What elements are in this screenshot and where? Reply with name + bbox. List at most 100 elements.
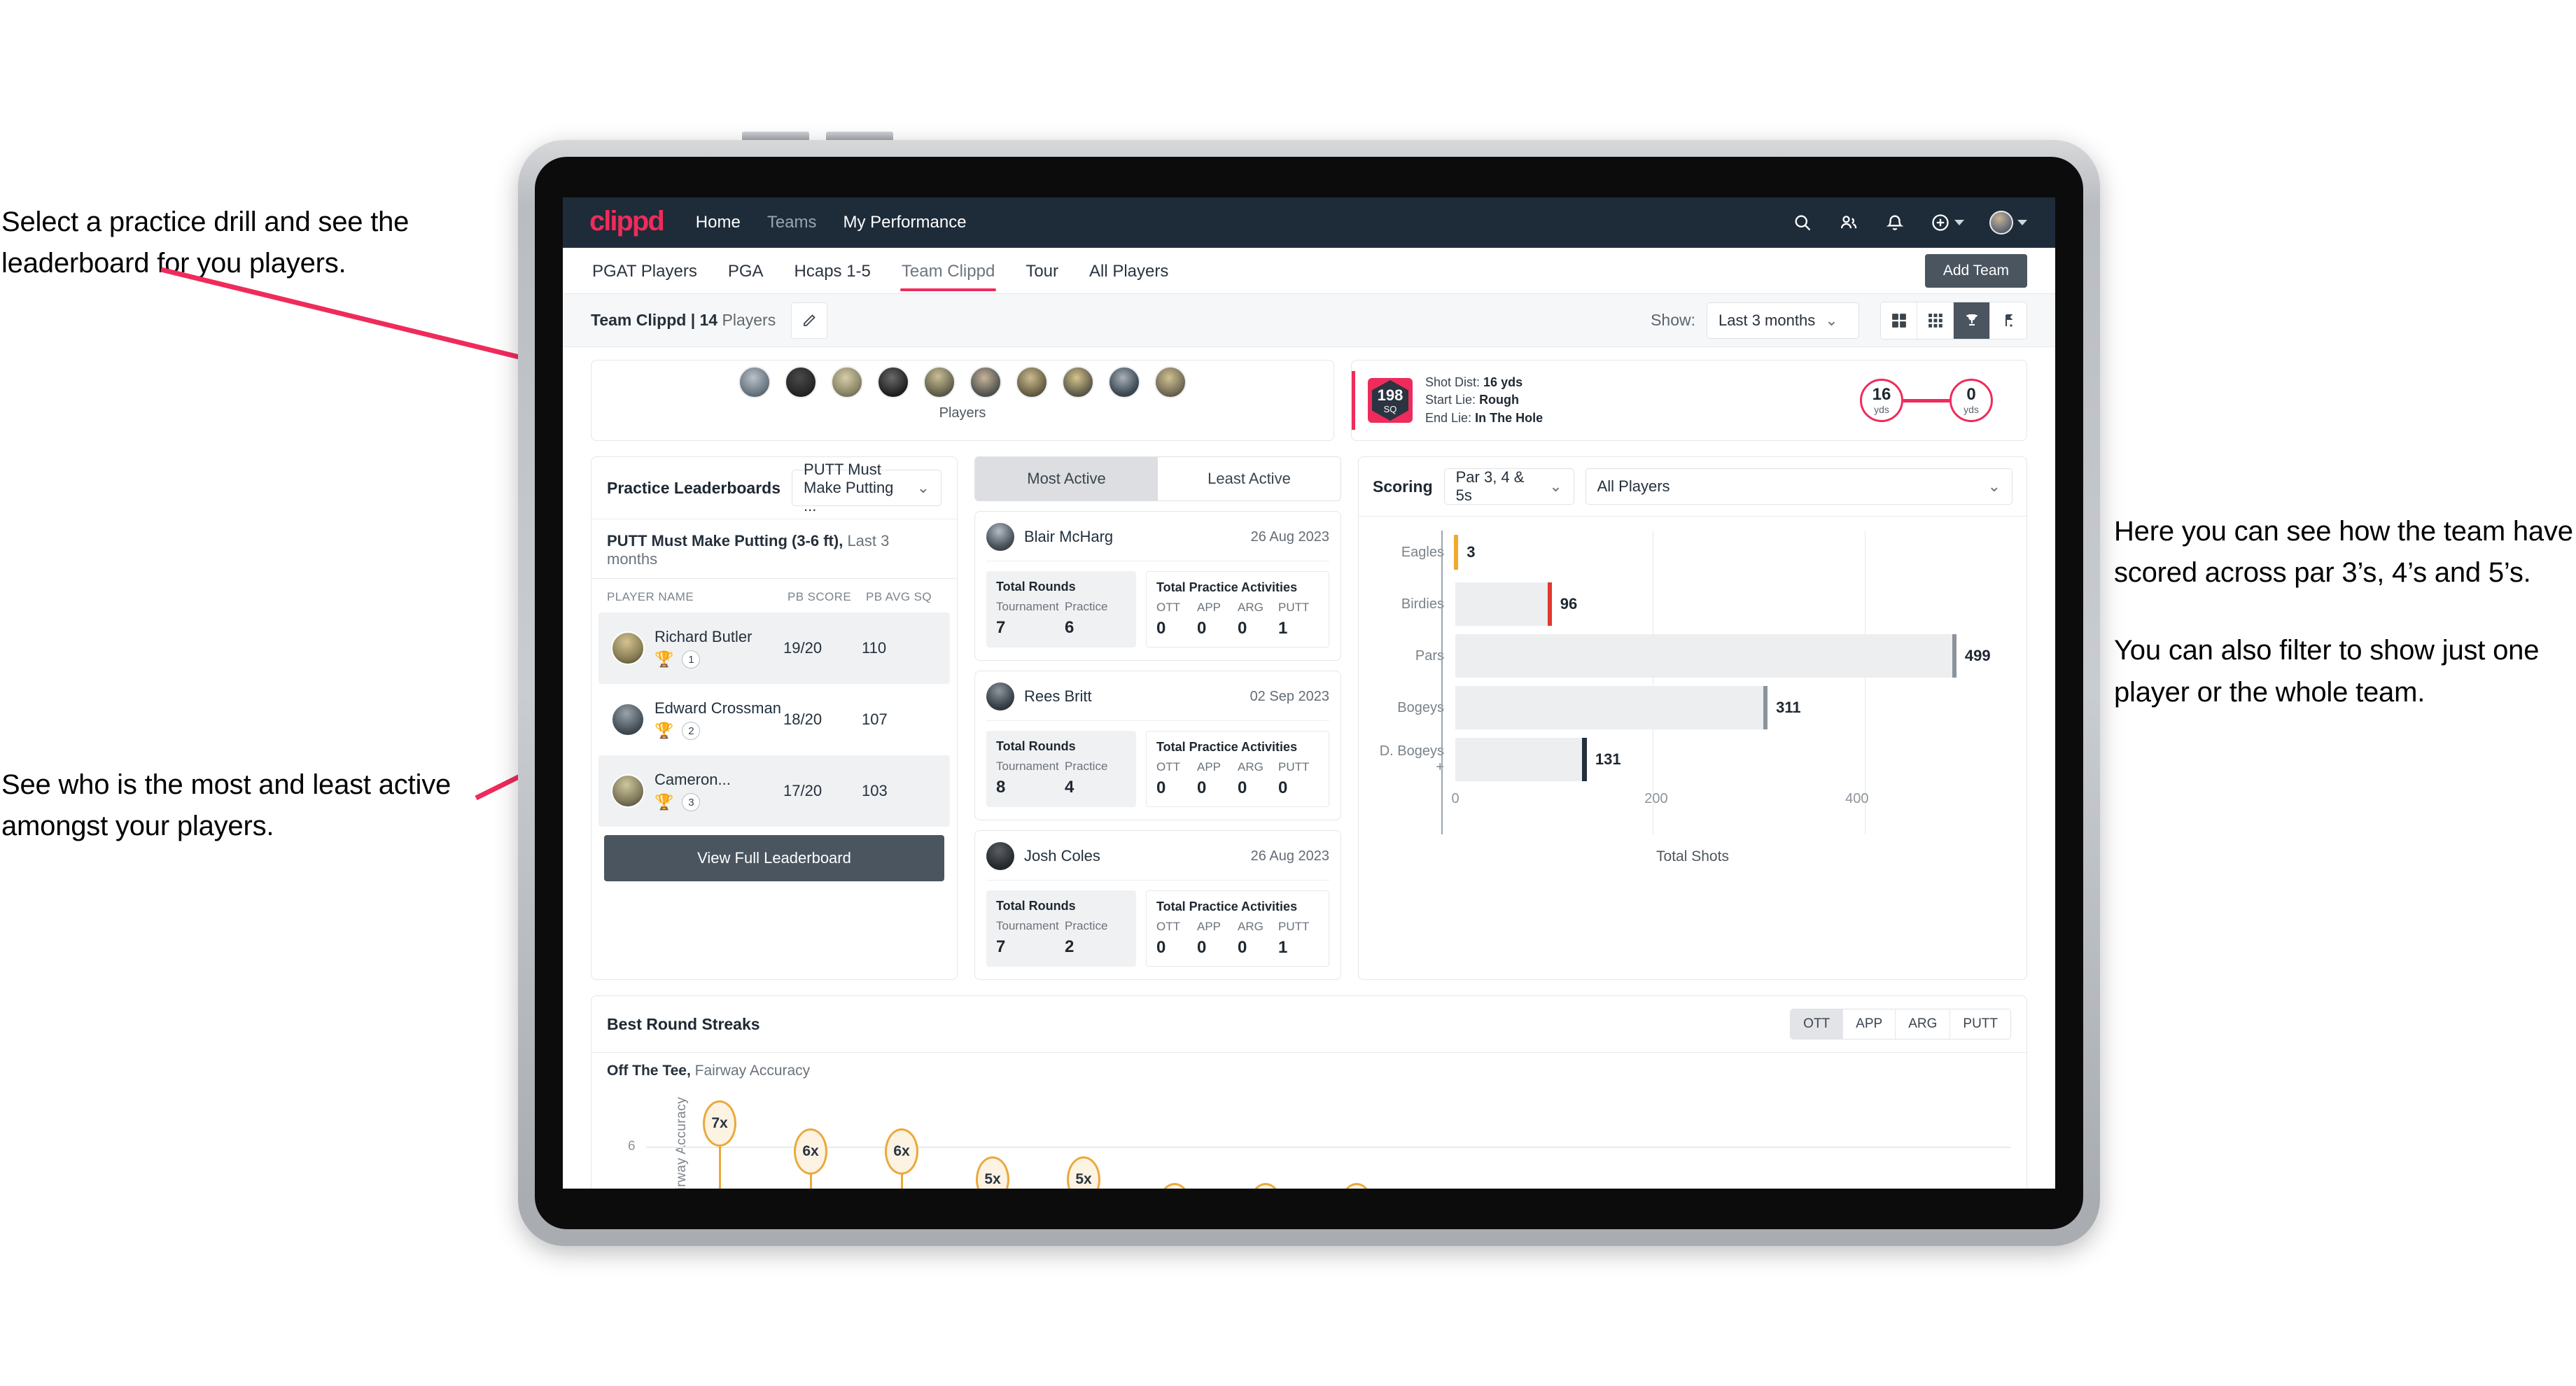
chart-category-label: Eagles (1401, 544, 1444, 560)
streak-tab-putt[interactable]: PUTT (1950, 1009, 2010, 1039)
player-avatar[interactable] (831, 366, 863, 398)
best-round-streaks-card: Best Round Streaks OTT APP ARG PUTT Off … (591, 995, 2027, 1189)
practice-activities-cols: OTT 0 APP 0 ARG 0 PUTT 1 (1156, 601, 1319, 638)
streak-marker[interactable]: 7x (703, 1100, 736, 1147)
bell-icon[interactable] (1884, 212, 1905, 233)
practice-putt-label: PUTT (1278, 920, 1310, 933)
players-avatar-strip (738, 366, 1186, 398)
practice-app-value: 0 (1197, 778, 1207, 797)
player-filter-select[interactable]: All Players ⌄ (1585, 468, 2012, 505)
trophy-icon[interactable] (1954, 302, 1990, 339)
streak-marker[interactable]: 4x (1340, 1183, 1373, 1189)
streak-marker[interactable]: 4x (1249, 1183, 1282, 1189)
activity-card[interactable]: Blair McHarg 26 Aug 2023 Total Rounds To… (974, 511, 1341, 661)
tab-all-players[interactable]: All Players (1088, 251, 1170, 291)
activity-card[interactable]: Josh Coles 26 Aug 2023 Total Rounds Tour… (974, 830, 1341, 980)
total-rounds-title: Total Rounds (996, 899, 1076, 913)
nav-link-my-performance[interactable]: My Performance (844, 213, 967, 232)
search-icon[interactable] (1792, 212, 1813, 233)
practice-putt-label: PUTT (1278, 601, 1310, 614)
practice-arg: ARG 0 (1238, 920, 1278, 958)
chart-y-tick: 6 (628, 1139, 636, 1154)
tab-team-clippd[interactable]: Team Clippd (899, 251, 997, 291)
clippd-logo[interactable]: clippd (589, 207, 665, 235)
activity-date: 26 Aug 2023 (1250, 528, 1329, 545)
column-pb-avg-sq: PB AVG SQ (866, 590, 932, 603)
rounds-practice: Practice 6 (1065, 600, 1126, 638)
streak-tab-arg[interactable]: ARG (1896, 1009, 1951, 1039)
streak-tab-ott[interactable]: OTT (1791, 1009, 1844, 1039)
chart-bar-row: Eagles 3 (1373, 526, 2012, 578)
activity-card-header: Rees Britt 02 Sep 2023 (986, 682, 1329, 721)
chart-category-label: D. Bogeys + (1379, 743, 1444, 775)
nav-link-teams[interactable]: Teams (767, 213, 817, 232)
total-rounds-cols: Tournament 8 Practice 4 (996, 760, 1126, 797)
rounds-tournament-label: Tournament (996, 600, 1059, 613)
practice-activities-cols: OTT 0 APP 0 ARG 0 PUTT 0 (1156, 760, 1319, 798)
streak-marker[interactable]: 5x (976, 1156, 1009, 1189)
chart-bar-value: 311 (1776, 699, 1801, 716)
streak-marker[interactable]: 4x (1158, 1183, 1191, 1189)
player-name: Josh Coles (1024, 847, 1100, 864)
player-avatar[interactable] (969, 366, 1002, 398)
chevron-down-icon: ⌄ (1549, 477, 1562, 495)
practice-arg-value: 0 (1238, 619, 1247, 638)
player-avatar[interactable] (877, 366, 909, 398)
streak-marker[interactable]: 5x (1067, 1156, 1100, 1189)
streak-marker[interactable]: 6x (794, 1128, 827, 1175)
table-row[interactable]: Richard Butler 🏆 1 19/20 110 (598, 612, 950, 684)
add-team-button[interactable]: Add Team (1924, 253, 2027, 288)
tab-pgat-players[interactable]: PGAT Players (591, 251, 699, 291)
grid-small-icon[interactable] (1917, 302, 1954, 339)
practice-app: APP 0 (1197, 760, 1238, 798)
nav-link-home[interactable]: Home (696, 213, 741, 232)
streak-tab-app[interactable]: APP (1843, 1009, 1896, 1039)
tab-hcaps-1-5[interactable]: Hcaps 1-5 (793, 251, 872, 291)
flag-icon[interactable] (1990, 302, 2026, 339)
practice-ott-label: OTT (1156, 760, 1180, 774)
player-avatar[interactable] (785, 366, 817, 398)
people-icon[interactable] (1838, 212, 1859, 233)
drill-select[interactable]: PUTT Must Make Putting ... ⌄ (792, 461, 941, 514)
shot-start-distance: 16 yds (1860, 379, 1903, 422)
chevron-down-icon (2017, 220, 2027, 225)
player-avatar[interactable] (738, 366, 771, 398)
total-rounds-box: Total Rounds Tournament 8 Practice 4 (986, 731, 1136, 807)
tab-most-active[interactable]: Most Active (975, 457, 1158, 500)
tab-tour[interactable]: Tour (1024, 251, 1060, 291)
player-avatar[interactable] (923, 366, 955, 398)
chart-bar (1455, 738, 1587, 781)
activity-card[interactable]: Rees Britt 02 Sep 2023 Total Rounds Tour… (974, 671, 1341, 820)
view-full-leaderboard-button[interactable]: View Full Leaderboard (604, 835, 944, 881)
view-mode-toggle (1880, 301, 2027, 340)
player-avatar[interactable] (1108, 366, 1140, 398)
practice-arg-label: ARG (1238, 920, 1264, 933)
grid-large-icon[interactable] (1881, 302, 1917, 339)
table-row[interactable]: Cameron... 🏆 3 17/20 103 (598, 755, 950, 827)
streaks-subtitle: Off The Tee, Fairway Accuracy (592, 1053, 2026, 1082)
tab-pga[interactable]: PGA (727, 251, 765, 291)
plus-circle-icon[interactable] (1931, 212, 1964, 233)
chart-x-tick: 200 (1644, 791, 1668, 806)
streaks-y-axis-label: Streak, Fairway Accuracy (603, 1092, 761, 1189)
tab-least-active[interactable]: Least Active (1158, 457, 1340, 500)
par-filter-select[interactable]: Par 3, 4 & 5s ⌄ (1443, 468, 1574, 505)
edit-team-button[interactable] (791, 302, 828, 339)
chart-bar (1455, 634, 1956, 678)
date-range-select[interactable]: Last 3 months ⌄ (1707, 302, 1859, 339)
rounds-practice-label: Practice (1065, 760, 1108, 773)
player-avatar[interactable] (1016, 366, 1048, 398)
practice-ott: OTT 0 (1156, 760, 1197, 798)
chart-bar (1455, 582, 1552, 626)
player-filter-value: All Players (1597, 477, 1670, 495)
player-avatar[interactable] (1154, 366, 1186, 398)
practice-activities-box: Total Practice Activities OTT 0 APP 0 ARG 0… (1146, 731, 1329, 807)
practice-ott-label: OTT (1156, 601, 1180, 614)
start-lie-value: Rough (1479, 393, 1520, 407)
avatar[interactable] (1989, 211, 2027, 234)
tablet-screen: clippd Home Teams My Performance PGAT Pl… (535, 157, 2083, 1229)
player-avatar[interactable] (1062, 366, 1094, 398)
streak-marker[interactable]: 6x (885, 1128, 918, 1175)
table-row[interactable]: Edward Crossman 🏆 2 18/20 107 (598, 684, 950, 755)
rounds-tournament-value: 7 (996, 618, 1006, 637)
